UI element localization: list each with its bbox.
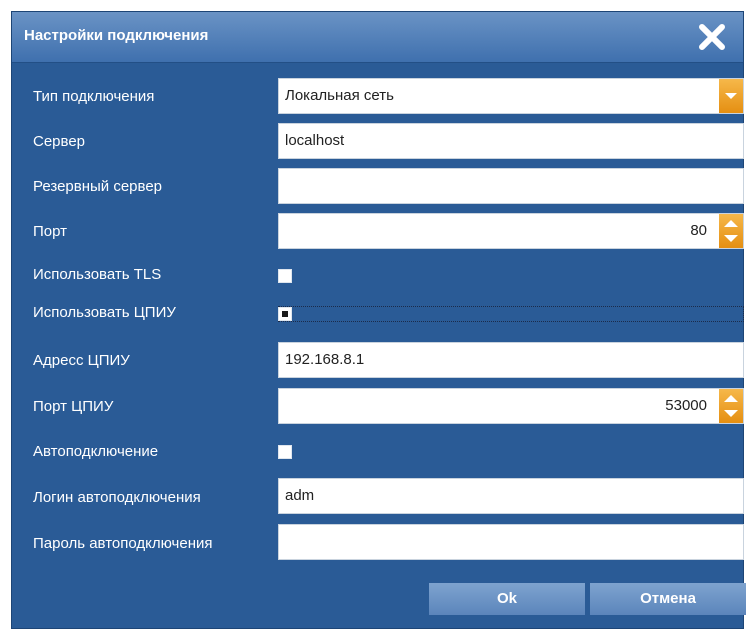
close-icon[interactable] — [697, 22, 727, 52]
port-stepper[interactable]: 80 — [278, 213, 744, 249]
connection-settings-dialog: Настройки подключения Тип подключения Ло… — [11, 11, 746, 629]
connection-type-value: Локальная сеть — [285, 87, 394, 104]
cpiu-port-value: 53000 — [665, 397, 707, 414]
dialog-title: Настройки подключения — [24, 27, 209, 44]
cpiu-address-value: 192.168.8.1 — [285, 351, 365, 368]
port-label: Порт — [33, 223, 68, 240]
autoconnect-password-label: Пароль автоподключения — [33, 535, 213, 552]
backup-server-label: Резервный сервер — [33, 178, 163, 195]
backup-server-input[interactable] — [278, 168, 744, 204]
connection-type-label: Тип подключения — [33, 88, 155, 105]
title-bar[interactable]: Настройки подключения — [12, 12, 743, 63]
autoconnect-login-input[interactable]: adm — [278, 478, 744, 514]
server-input[interactable]: localhost — [278, 123, 744, 159]
server-label: Сервер — [33, 133, 86, 150]
use-tls-label: Использовать TLS — [33, 266, 162, 283]
cpiu-address-label: Адресс ЦПИУ — [33, 352, 130, 369]
server-value: localhost — [285, 132, 345, 149]
focus-indicator — [278, 306, 744, 322]
chevron-down-icon[interactable] — [719, 79, 743, 113]
use-cpiu-checkbox[interactable] — [278, 307, 292, 321]
spinner-arrows-icon[interactable] — [719, 389, 743, 423]
connection-type-select[interactable]: Локальная сеть — [278, 78, 744, 114]
autoconnect-checkbox[interactable] — [278, 445, 292, 459]
autoconnect-label: Автоподключение — [33, 443, 159, 460]
cpiu-port-stepper[interactable]: 53000 — [278, 388, 744, 424]
spinner-arrows-icon[interactable] — [719, 214, 743, 248]
use-cpiu-label: Использовать ЦПИУ — [33, 304, 176, 321]
cpiu-port-label: Порт ЦПИУ — [33, 398, 114, 415]
ok-button[interactable]: Ok — [429, 583, 585, 615]
autoconnect-password-input[interactable] — [278, 524, 744, 560]
use-tls-checkbox[interactable] — [278, 269, 292, 283]
autoconnect-login-value: adm — [285, 487, 315, 504]
cpiu-address-input[interactable]: 192.168.8.1 — [278, 342, 744, 378]
cancel-button[interactable]: Отмена — [590, 583, 746, 615]
port-value: 80 — [690, 222, 707, 239]
autoconnect-login-label: Логин автоподключения — [33, 489, 201, 506]
